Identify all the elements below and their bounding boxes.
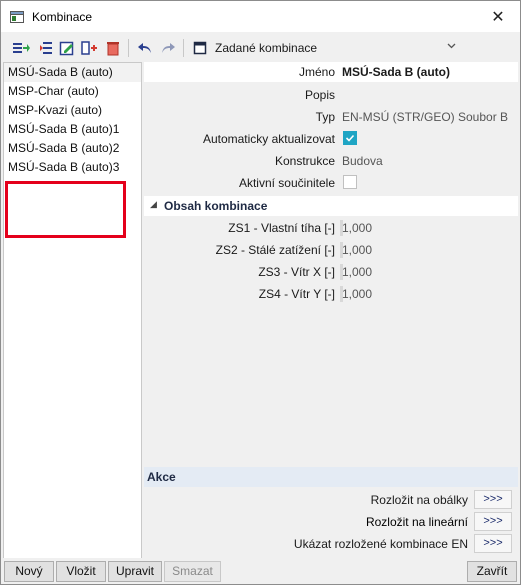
copy-icon[interactable] <box>79 37 101 59</box>
auto-update-label: Automaticky aktualizovat <box>202 132 335 146</box>
actions-title: Akce <box>147 470 176 484</box>
toolbar-separator <box>183 39 184 57</box>
insert-button[interactable]: Vložit <box>56 561 106 582</box>
combination-list[interactable]: MSÚ-Sada B (auto) MSP-Char (auto) MSP-Kv… <box>3 62 142 559</box>
show-exploded-button[interactable]: >>> <box>474 534 512 553</box>
load-case-label: ZS4 - Vítr Y [-] <box>258 287 335 301</box>
action-row: Rozložit na lineární >>> <box>144 511 518 533</box>
insert-icon[interactable] <box>10 37 32 59</box>
construction-value[interactable]: Budova <box>342 154 383 168</box>
new-button[interactable]: Nový <box>4 561 54 582</box>
dropdown-value: Zadané kombinace <box>215 41 318 55</box>
list-item[interactable]: MSP-Kvazi (auto) <box>4 101 141 120</box>
title-bar: Kombinace ✕ <box>1 1 520 32</box>
description-label: Popis <box>304 88 335 102</box>
load-case-value[interactable]: 1,000 <box>342 287 372 301</box>
auto-update-checkbox[interactable] <box>343 131 357 145</box>
load-case-value[interactable]: 1,000 <box>342 221 372 235</box>
window-title: Kombinace <box>32 9 93 24</box>
list-item[interactable]: MSÚ-Sada B (auto)1 <box>4 120 141 139</box>
list-item[interactable]: MSÚ-Sada B (auto)2 <box>4 139 141 158</box>
load-case-label: ZS3 - Vítr X [-] <box>258 265 335 279</box>
redo-icon[interactable] <box>157 37 179 59</box>
name-value[interactable]: MSÚ-Sada B (auto) <box>342 65 450 79</box>
load-case-value[interactable]: 1,000 <box>342 243 372 257</box>
type-value[interactable]: EN-MSÚ (STR/GEO) Soubor B <box>342 110 508 124</box>
load-case-row[interactable]: ZS1 - Vlastní tíha [-] 1,000 <box>144 218 518 238</box>
load-case-label: ZS2 - Stálé zatížení [-] <box>215 243 335 257</box>
properties-panel: Jméno MSÚ-Sada B (auto) Popis Typ EN-MSÚ… <box>144 62 518 467</box>
explode-linear-button[interactable]: >>> <box>474 512 512 531</box>
action-label: Rozložit na obálky <box>370 493 468 507</box>
window-app-icon <box>10 10 24 23</box>
action-row: Ukázat rozložené kombinace EN >>> <box>144 533 518 555</box>
delete-icon[interactable] <box>102 37 124 59</box>
active-coefficients-checkbox[interactable] <box>343 175 357 189</box>
highlight-annotation <box>5 181 126 238</box>
close-button[interactable]: Zavřít <box>467 561 517 582</box>
toolbar-separator <box>128 39 129 57</box>
combination-type-dropdown[interactable]: Zadané kombinace <box>210 37 468 59</box>
combination-content-header[interactable]: ◢ Obsah kombinace <box>144 196 518 216</box>
construction-row[interactable]: Konstrukce Budova <box>144 151 518 171</box>
combinations-dialog: Kombinace ✕ Zadané kombinace MSÚ-Sada B … <box>0 0 521 585</box>
load-case-value[interactable]: 1,000 <box>342 265 372 279</box>
action-row: Rozložit na obálky >>> <box>144 489 518 511</box>
name-label: Jméno <box>298 65 335 79</box>
collapse-caret-icon[interactable]: ◢ <box>150 199 157 210</box>
load-case-row[interactable]: ZS4 - Vítr Y [-] 1,000 <box>144 284 518 304</box>
load-case-row[interactable]: ZS2 - Stálé zatížení [-] 1,000 <box>144 240 518 260</box>
edit-icon[interactable] <box>56 37 78 59</box>
load-case-label: ZS1 - Vlastní tíha [-] <box>228 221 335 235</box>
checkmark-icon <box>345 134 355 142</box>
edit-button[interactable]: Upravit <box>108 561 162 582</box>
actions-panel: Akce Rozložit na obálky >>> Rozložit na … <box>144 467 518 557</box>
construction-label: Konstrukce <box>274 154 335 168</box>
auto-update-row[interactable]: Automaticky aktualizovat <box>144 129 518 149</box>
description-row[interactable]: Popis <box>144 85 518 105</box>
action-label: Ukázat rozložené kombinace EN <box>293 537 468 551</box>
load-case-row[interactable]: ZS3 - Vítr X [-] 1,000 <box>144 262 518 282</box>
list-item[interactable]: MSP-Char (auto) <box>4 82 141 101</box>
list-item[interactable]: MSÚ-Sada B (auto)3 <box>4 158 141 177</box>
close-icon[interactable]: ✕ <box>476 1 520 32</box>
delete-button[interactable]: Smazat <box>164 561 221 582</box>
active-coefficients-row[interactable]: Aktivní součinitele <box>144 173 518 193</box>
explode-envelopes-button[interactable]: >>> <box>474 490 512 509</box>
toolbar: Zadané kombinace <box>1 34 520 62</box>
list-item[interactable]: MSÚ-Sada B (auto) <box>4 63 141 82</box>
actions-header: Akce <box>144 467 518 487</box>
type-label: Typ <box>315 110 335 124</box>
undo-icon[interactable] <box>134 37 156 59</box>
chevron-down-icon <box>447 41 456 52</box>
action-label: Rozložit na lineární <box>365 515 468 529</box>
table-view-icon[interactable] <box>189 37 211 59</box>
bottom-button-bar: Nový Vložit Upravit Smazat Zavřít <box>1 558 520 584</box>
name-row[interactable]: Jméno MSÚ-Sada B (auto) <box>144 62 518 82</box>
insert-before-icon[interactable] <box>33 37 55 59</box>
type-row[interactable]: Typ EN-MSÚ (STR/GEO) Soubor B <box>144 107 518 127</box>
section-title: Obsah kombinace <box>164 199 268 213</box>
active-coefficients-label: Aktivní součinitele <box>238 176 335 190</box>
